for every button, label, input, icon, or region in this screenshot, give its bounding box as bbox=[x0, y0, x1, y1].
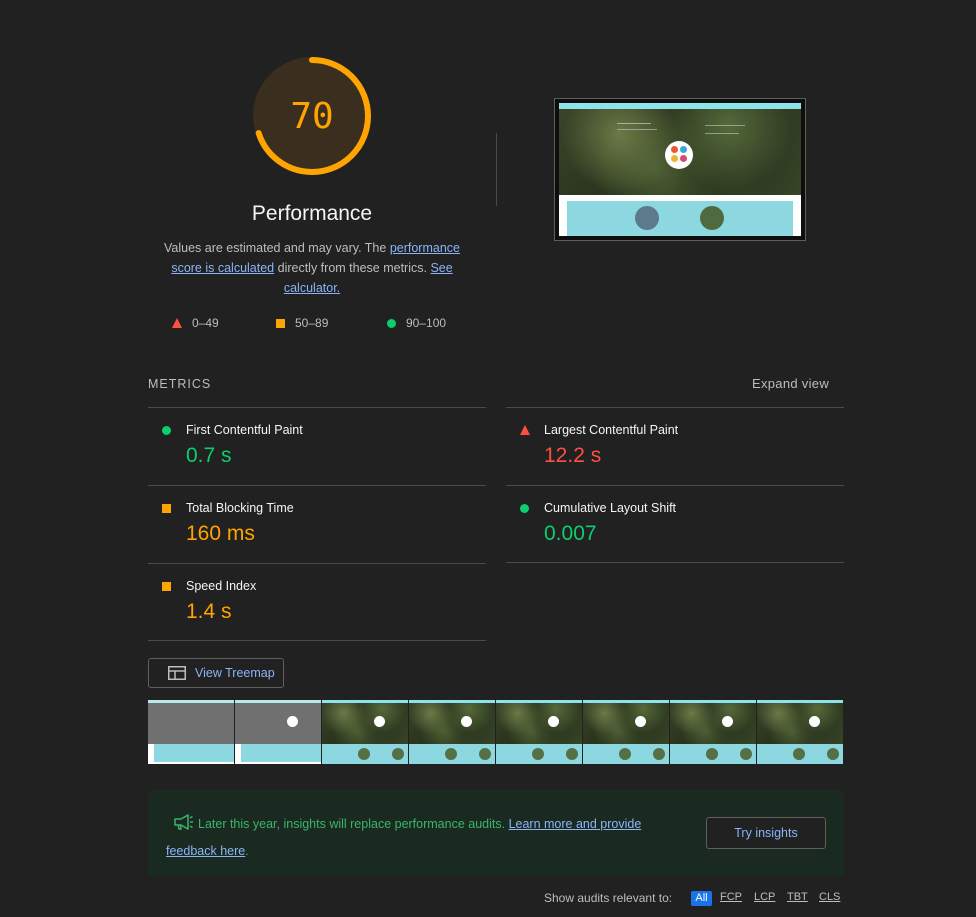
description-text: Values are estimated and may vary. The bbox=[164, 241, 390, 255]
red-triangle-icon bbox=[520, 425, 530, 435]
divider bbox=[496, 133, 497, 206]
metric-value: 160 ms bbox=[186, 522, 255, 545]
green-circle-icon bbox=[520, 504, 529, 513]
view-treemap-button[interactable]: View Treemap bbox=[148, 658, 284, 688]
metrics-header: METRICS bbox=[148, 377, 212, 391]
filter-chip-fcp[interactable]: FCP bbox=[720, 891, 742, 903]
gauge-title: Performance bbox=[251, 202, 373, 225]
try-insights-button[interactable]: Try insights bbox=[706, 817, 826, 849]
view-treemap-label: View Treemap bbox=[195, 666, 275, 680]
performance-score: 70 bbox=[290, 95, 334, 137]
filmstrip-frame bbox=[409, 700, 495, 764]
metric-value: 12.2 s bbox=[544, 444, 602, 467]
green-circle-icon bbox=[162, 426, 171, 435]
metric-label: Cumulative Layout Shift bbox=[544, 501, 677, 515]
metric-value: 0.007 bbox=[544, 522, 597, 545]
legend-item-good: 90–100 bbox=[387, 316, 446, 330]
metric-value: 1.4 s bbox=[186, 600, 232, 623]
filmstrip-frame bbox=[670, 700, 756, 764]
insights-end: . bbox=[245, 844, 249, 858]
metric-label: Speed Index bbox=[186, 579, 257, 593]
metric-speed-index: Speed Index 1.4 s bbox=[148, 564, 486, 642]
red-triangle-icon bbox=[172, 318, 182, 328]
insights-message: Later this year, insights will replace p… bbox=[166, 811, 666, 865]
filmstrip-frame bbox=[496, 700, 582, 764]
filter-chip-tbt[interactable]: TBT bbox=[787, 891, 808, 903]
metric-label: Total Blocking Time bbox=[186, 501, 294, 515]
filmstrip-frame bbox=[583, 700, 669, 764]
final-screenshot-image bbox=[559, 103, 801, 236]
filmstrip-frame bbox=[148, 700, 234, 764]
green-circle-icon bbox=[387, 318, 396, 328]
final-screenshot[interactable] bbox=[554, 98, 806, 241]
treemap-icon bbox=[168, 666, 186, 680]
legend-item-average: 50–89 bbox=[276, 316, 328, 330]
legend-item-poor: 0–49 bbox=[172, 316, 219, 330]
metric-label: Largest Contentful Paint bbox=[544, 423, 679, 437]
insights-text: Later this year, insights will replace p… bbox=[198, 817, 509, 831]
orange-square-icon bbox=[162, 582, 171, 591]
metric-cls: Cumulative Layout Shift 0.007 bbox=[506, 486, 844, 564]
filmstrip bbox=[148, 700, 844, 764]
legend-label: 0–49 bbox=[192, 316, 219, 330]
metric-lcp: Largest Contentful Paint 12.2 s bbox=[506, 408, 844, 486]
divider bbox=[506, 562, 844, 563]
score-legend: 0–49 50–89 90–100 bbox=[148, 316, 476, 334]
metric-value: 0.7 s bbox=[186, 444, 232, 467]
metric-label: First Contentful Paint bbox=[186, 423, 303, 437]
metric-tbt: Total Blocking Time 160 ms bbox=[148, 486, 486, 564]
filmstrip-frame bbox=[322, 700, 408, 764]
filter-chip-cls[interactable]: CLS bbox=[819, 891, 840, 903]
metric-fcp: First Contentful Paint 0.7 s bbox=[148, 408, 486, 486]
expand-view-toggle[interactable]: Expand view bbox=[752, 376, 829, 391]
orange-square-icon bbox=[162, 504, 171, 513]
filmstrip-frame bbox=[757, 700, 843, 764]
orange-square-icon bbox=[276, 318, 285, 328]
legend-label: 50–89 bbox=[295, 316, 329, 330]
filmstrip-frame bbox=[235, 700, 321, 764]
score-description: Values are estimated and may vary. The p… bbox=[148, 238, 476, 298]
filter-chip-all[interactable]: All bbox=[691, 891, 712, 906]
legend-label: 90–100 bbox=[406, 316, 447, 330]
description-text: directly from these metrics. bbox=[274, 261, 431, 275]
audit-filter-label: Show audits relevant to: bbox=[544, 891, 673, 905]
divider bbox=[148, 640, 486, 641]
filter-chip-lcp[interactable]: LCP bbox=[754, 891, 775, 903]
